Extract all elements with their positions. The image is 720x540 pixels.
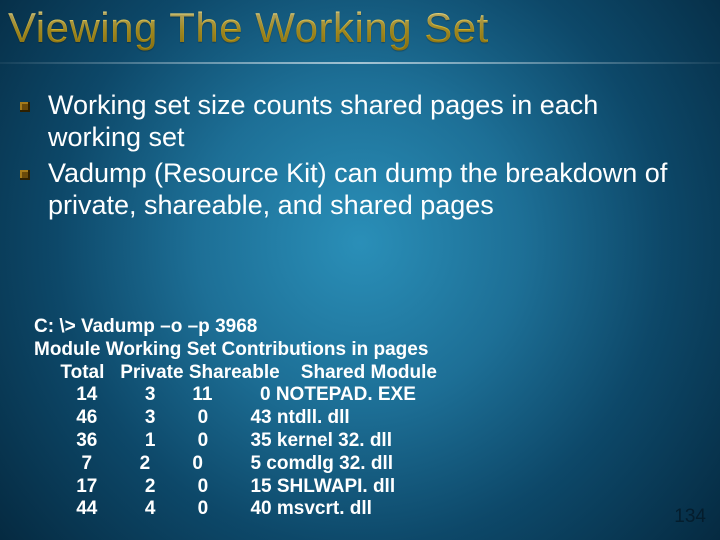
terminal-cols: Total Private Shareable Shared Module bbox=[34, 362, 437, 383]
terminal-cmd: C: \> Vadump –o –p 3968 bbox=[34, 316, 257, 337]
table-row: 17 2 0 15 SHLWAPI. dll bbox=[34, 476, 395, 497]
table-row: 44 4 0 40 msvcrt. dll bbox=[34, 498, 372, 519]
table-row: 14 3 11 0 NOTEPAD. EXE bbox=[34, 384, 416, 405]
bullet-text: Vadump (Resource Kit) can dump the break… bbox=[48, 158, 690, 222]
bullet-icon bbox=[20, 102, 30, 112]
terminal-output: C: \> Vadump –o –p 3968 Module Working S… bbox=[34, 316, 437, 521]
list-item: Vadump (Resource Kit) can dump the break… bbox=[20, 158, 690, 222]
table-row: 46 3 0 43 ntdll. dll bbox=[34, 407, 350, 428]
terminal-header: Module Working Set Contributions in page… bbox=[34, 339, 428, 360]
bullet-text: Working set size counts shared pages in … bbox=[48, 90, 690, 154]
slide: Viewing The Working Set Working set size… bbox=[0, 0, 720, 540]
page-number: 134 bbox=[674, 506, 706, 528]
bullet-list: Working set size counts shared pages in … bbox=[20, 90, 690, 225]
bullet-icon bbox=[20, 170, 30, 180]
slide-title: Viewing The Working Set bbox=[8, 4, 489, 52]
table-row: 36 1 0 35 kernel 32. dll bbox=[34, 430, 392, 451]
list-item: Working set size counts shared pages in … bbox=[20, 90, 690, 154]
title-underline bbox=[0, 62, 720, 64]
table-row: 7 2 0 5 comdlg 32. dll bbox=[34, 453, 393, 474]
